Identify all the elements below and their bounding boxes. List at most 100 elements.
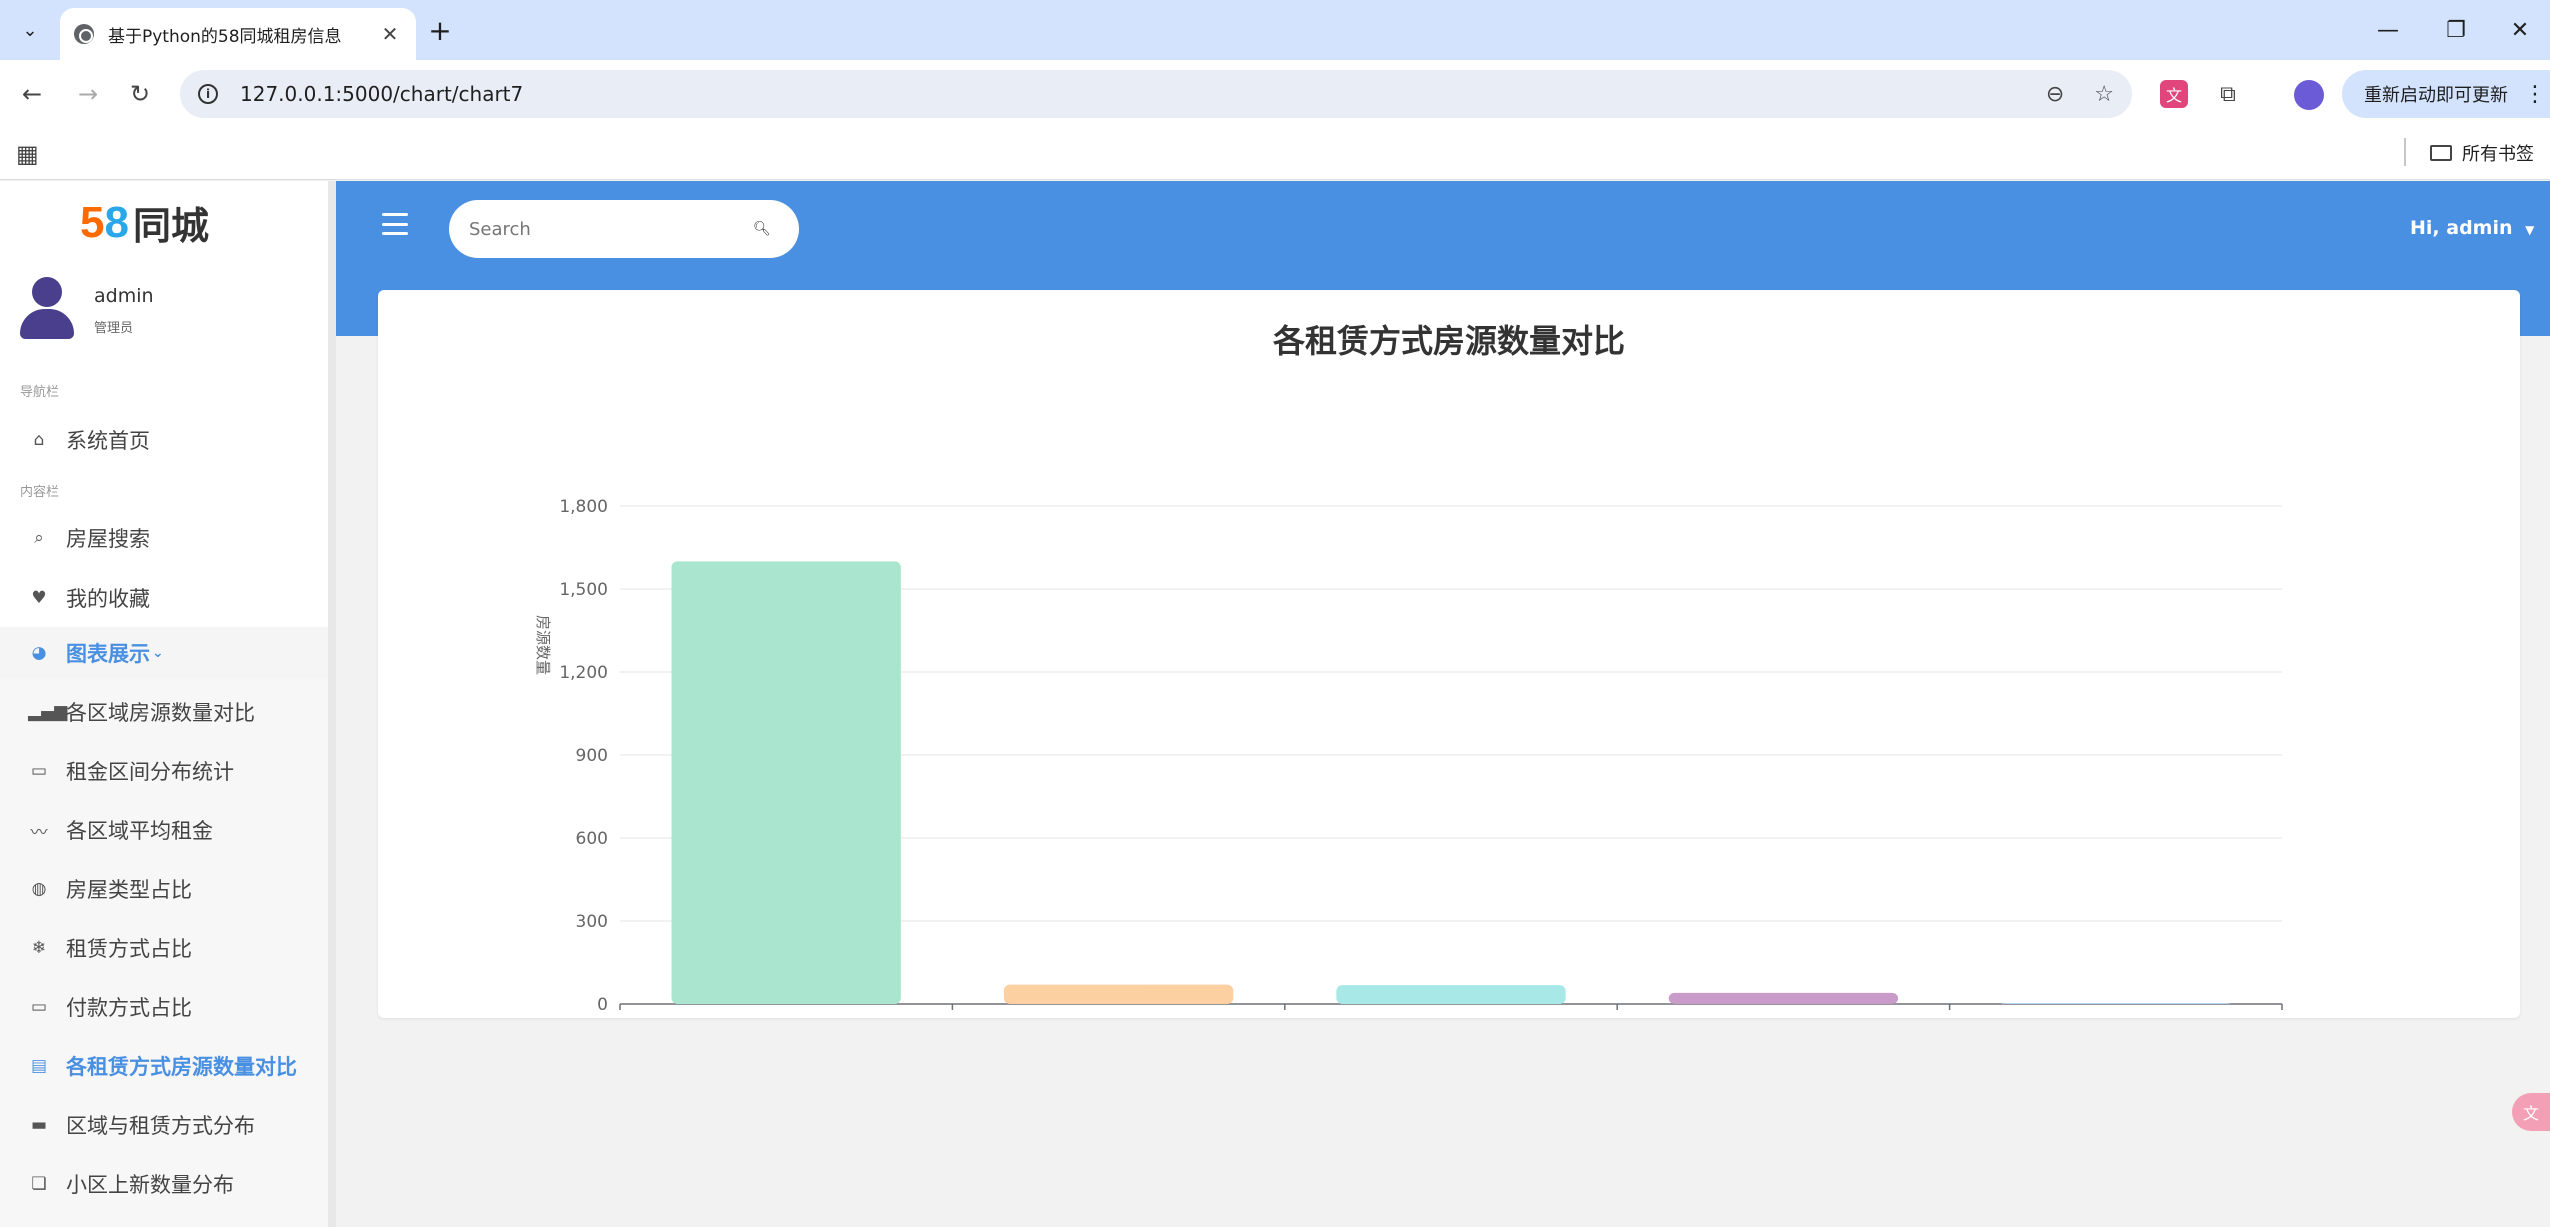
- close-window-icon[interactable]: ✕: [2500, 10, 2540, 50]
- restore-icon[interactable]: ❐: [2436, 10, 2476, 50]
- y-tick-label: 1,500: [559, 580, 608, 600]
- keyboard-icon: ▭: [30, 997, 48, 1017]
- avatar: [18, 277, 74, 341]
- sidebar-item-label: 房屋搜索: [66, 527, 150, 551]
- sidebar-item-region-count[interactable]: ▂▄▆ 各区域房源数量对比: [0, 686, 328, 738]
- tab-list-chevron-icon[interactable]: ⌄: [14, 14, 46, 46]
- hamburger-menu-icon[interactable]: [382, 213, 408, 235]
- bookmark-star-icon[interactable]: ☆: [2094, 82, 2114, 107]
- section-content-label: 内容栏: [20, 485, 60, 500]
- bar: [671, 561, 901, 1004]
- sidebar-item-house-type[interactable]: ◍ 房屋类型占比: [0, 863, 328, 915]
- tab-title: 基于Python的58同城租房信息: [108, 26, 342, 47]
- site-logo[interactable]: 5 8 同城: [80, 198, 209, 248]
- sidebar-item-label: 租金区间分布统计: [66, 760, 234, 784]
- keyboard-icon: ▭: [30, 761, 48, 781]
- bar: [1003, 984, 1234, 1004]
- bookmarks-bar: ▦ 所有书签: [0, 128, 2550, 180]
- sidebar-item-home[interactable]: ⌂ 系统首页: [0, 414, 328, 466]
- signal-icon: ▂▄▆: [28, 702, 68, 722]
- browser-titlebar: ⌄ 基于Python的58同城租房信息 ✕ + — ❐ ✕: [0, 0, 2550, 60]
- folder-icon: [2430, 145, 2452, 161]
- user-role: 管理员: [94, 321, 134, 336]
- all-bookmarks-label: 所有书签: [2462, 144, 2534, 165]
- sidebar-item-label: 各区域房源数量对比: [66, 701, 255, 725]
- search-input[interactable]: [469, 218, 739, 240]
- sidebar-item-favorites[interactable]: ♥ 我的收藏: [0, 572, 328, 624]
- pie-chart-icon: ◕: [31, 643, 47, 663]
- y-tick-label: 1,200: [559, 663, 608, 683]
- browser-tab[interactable]: 基于Python的58同城租房信息 ✕: [60, 8, 416, 60]
- sidebar-item-label: 小区上新数量分布: [66, 1173, 234, 1197]
- sidebar-item-label: 租赁方式占比: [66, 937, 192, 961]
- heart-icon: ♥: [31, 588, 47, 608]
- sidebar-item-label: 图表展示: [66, 642, 150, 666]
- user-name: admin: [94, 285, 154, 307]
- more-vert-icon[interactable]: ⋮: [2524, 82, 2546, 107]
- sidebar-item-label: 付款方式占比: [66, 996, 192, 1020]
- car-icon: ◍: [31, 879, 47, 899]
- address-bar[interactable]: i 127.0.0.1:5000/chart/chart7 ⊖ ☆: [180, 70, 2132, 118]
- all-bookmarks-folder[interactable]: 所有书签: [2430, 138, 2534, 168]
- back-arrow-icon[interactable]: ←: [14, 76, 50, 112]
- greeting-label: Hi, admin: [2410, 217, 2513, 239]
- user-dropdown[interactable]: Hi, admin ▼: [2410, 217, 2534, 239]
- caret-down-icon: ▼: [2525, 223, 2535, 237]
- bar-chart: 03006009001,2001,5001,800整租独立单间合租次卧合租主卧合…: [534, 497, 2283, 1015]
- sidebar-item-lease-ratio[interactable]: ❄ 租赁方式占比: [0, 922, 328, 974]
- sidebar-item-label: 区域与租赁方式分布: [66, 1114, 255, 1138]
- bar: [1336, 985, 1566, 1004]
- sidebar-item-charts[interactable]: ◕ 图表展示 ⌄: [0, 627, 328, 679]
- clone-icon: ❏: [31, 1174, 47, 1194]
- new-tab-plus-icon[interactable]: +: [422, 12, 458, 48]
- url-text[interactable]: 127.0.0.1:5000/chart/chart7: [240, 82, 523, 106]
- site-info-icon[interactable]: i: [198, 84, 218, 104]
- chart-card: 各租赁方式房源数量对比 03006009001,2001,5001,800整租独…: [378, 290, 2520, 1018]
- sidebar-item-rent-range[interactable]: ▭ 租金区间分布统计: [0, 745, 328, 797]
- close-tab-icon[interactable]: ✕: [378, 22, 402, 46]
- translate-extension-icon[interactable]: 文: [2160, 80, 2188, 108]
- sidebar: 5 8 同城 admin 管理员 导航栏 内容栏 ⌂ 系统首页 ⌕ 房屋搜索 ♥: [0, 181, 336, 1227]
- reload-icon[interactable]: ↻: [122, 76, 158, 112]
- search-icon[interactable]: 🔍︎: [753, 221, 771, 237]
- search-icon: ⌕: [34, 528, 44, 548]
- sidebar-item-search[interactable]: ⌕ 房屋搜索: [0, 512, 328, 564]
- sidebar-item-label: 各租赁方式房源数量对比: [66, 1055, 297, 1079]
- logo-digit-8: 8: [104, 198, 129, 247]
- y-tick-label: 0: [597, 995, 608, 1015]
- forward-arrow-icon[interactable]: →: [70, 76, 106, 112]
- bar: [2001, 1003, 2231, 1004]
- globe-icon: [74, 24, 94, 44]
- book-icon: ▤: [30, 1056, 48, 1076]
- apps-grid-icon[interactable]: ▦: [16, 140, 39, 168]
- app-page: 5 8 同城 admin 管理员 导航栏 内容栏 ⌂ 系统首页 ⌕ 房屋搜索 ♥: [0, 181, 2550, 1227]
- translate-float-icon[interactable]: 文: [2512, 1093, 2550, 1131]
- pulse-icon: 〰: [30, 822, 48, 843]
- sidebar-item-region-lease[interactable]: ▬ 区域与租赁方式分布: [0, 1099, 328, 1151]
- zoom-icon[interactable]: ⊖: [2046, 82, 2064, 107]
- snowflake-icon: ❄: [31, 938, 47, 958]
- search-box[interactable]: 🔍︎: [449, 200, 799, 258]
- update-label: 重新启动即可更新: [2364, 85, 2508, 106]
- bookmarks-divider: [2404, 138, 2406, 166]
- minimize-icon[interactable]: —: [2368, 10, 2408, 50]
- sidebar-item-label: 系统首页: [66, 429, 150, 453]
- user-panel: admin 管理员: [18, 277, 318, 341]
- sidebar-item-label: 房屋类型占比: [66, 878, 192, 902]
- logo-brand: 同城: [132, 204, 209, 248]
- home-icon: ⌂: [33, 430, 45, 450]
- update-button[interactable]: 重新启动即可更新 ⋮: [2342, 70, 2550, 118]
- bar: [1668, 992, 1899, 1004]
- extensions-puzzle-icon[interactable]: ⧉: [2214, 80, 2242, 108]
- logo-digit-5: 5: [80, 198, 105, 247]
- y-tick-label: 300: [576, 912, 608, 932]
- section-nav-label: 导航栏: [20, 385, 60, 400]
- sidebar-item-avg-rent[interactable]: 〰 各区域平均租金: [0, 804, 328, 856]
- profile-avatar-icon[interactable]: [2294, 80, 2324, 110]
- sidebar-item-payment[interactable]: ▭ 付款方式占比: [0, 981, 328, 1033]
- y-tick-label: 600: [576, 829, 608, 849]
- chevron-down-icon: ⌄: [152, 645, 164, 661]
- browser-toolbar: ← → ↻ i 127.0.0.1:5000/chart/chart7 ⊖ ☆ …: [0, 60, 2550, 128]
- sidebar-item-new-listings[interactable]: ❏ 小区上新数量分布: [0, 1158, 328, 1210]
- sidebar-item-lease-count[interactable]: ▤ 各租赁方式房源数量对比: [0, 1040, 328, 1092]
